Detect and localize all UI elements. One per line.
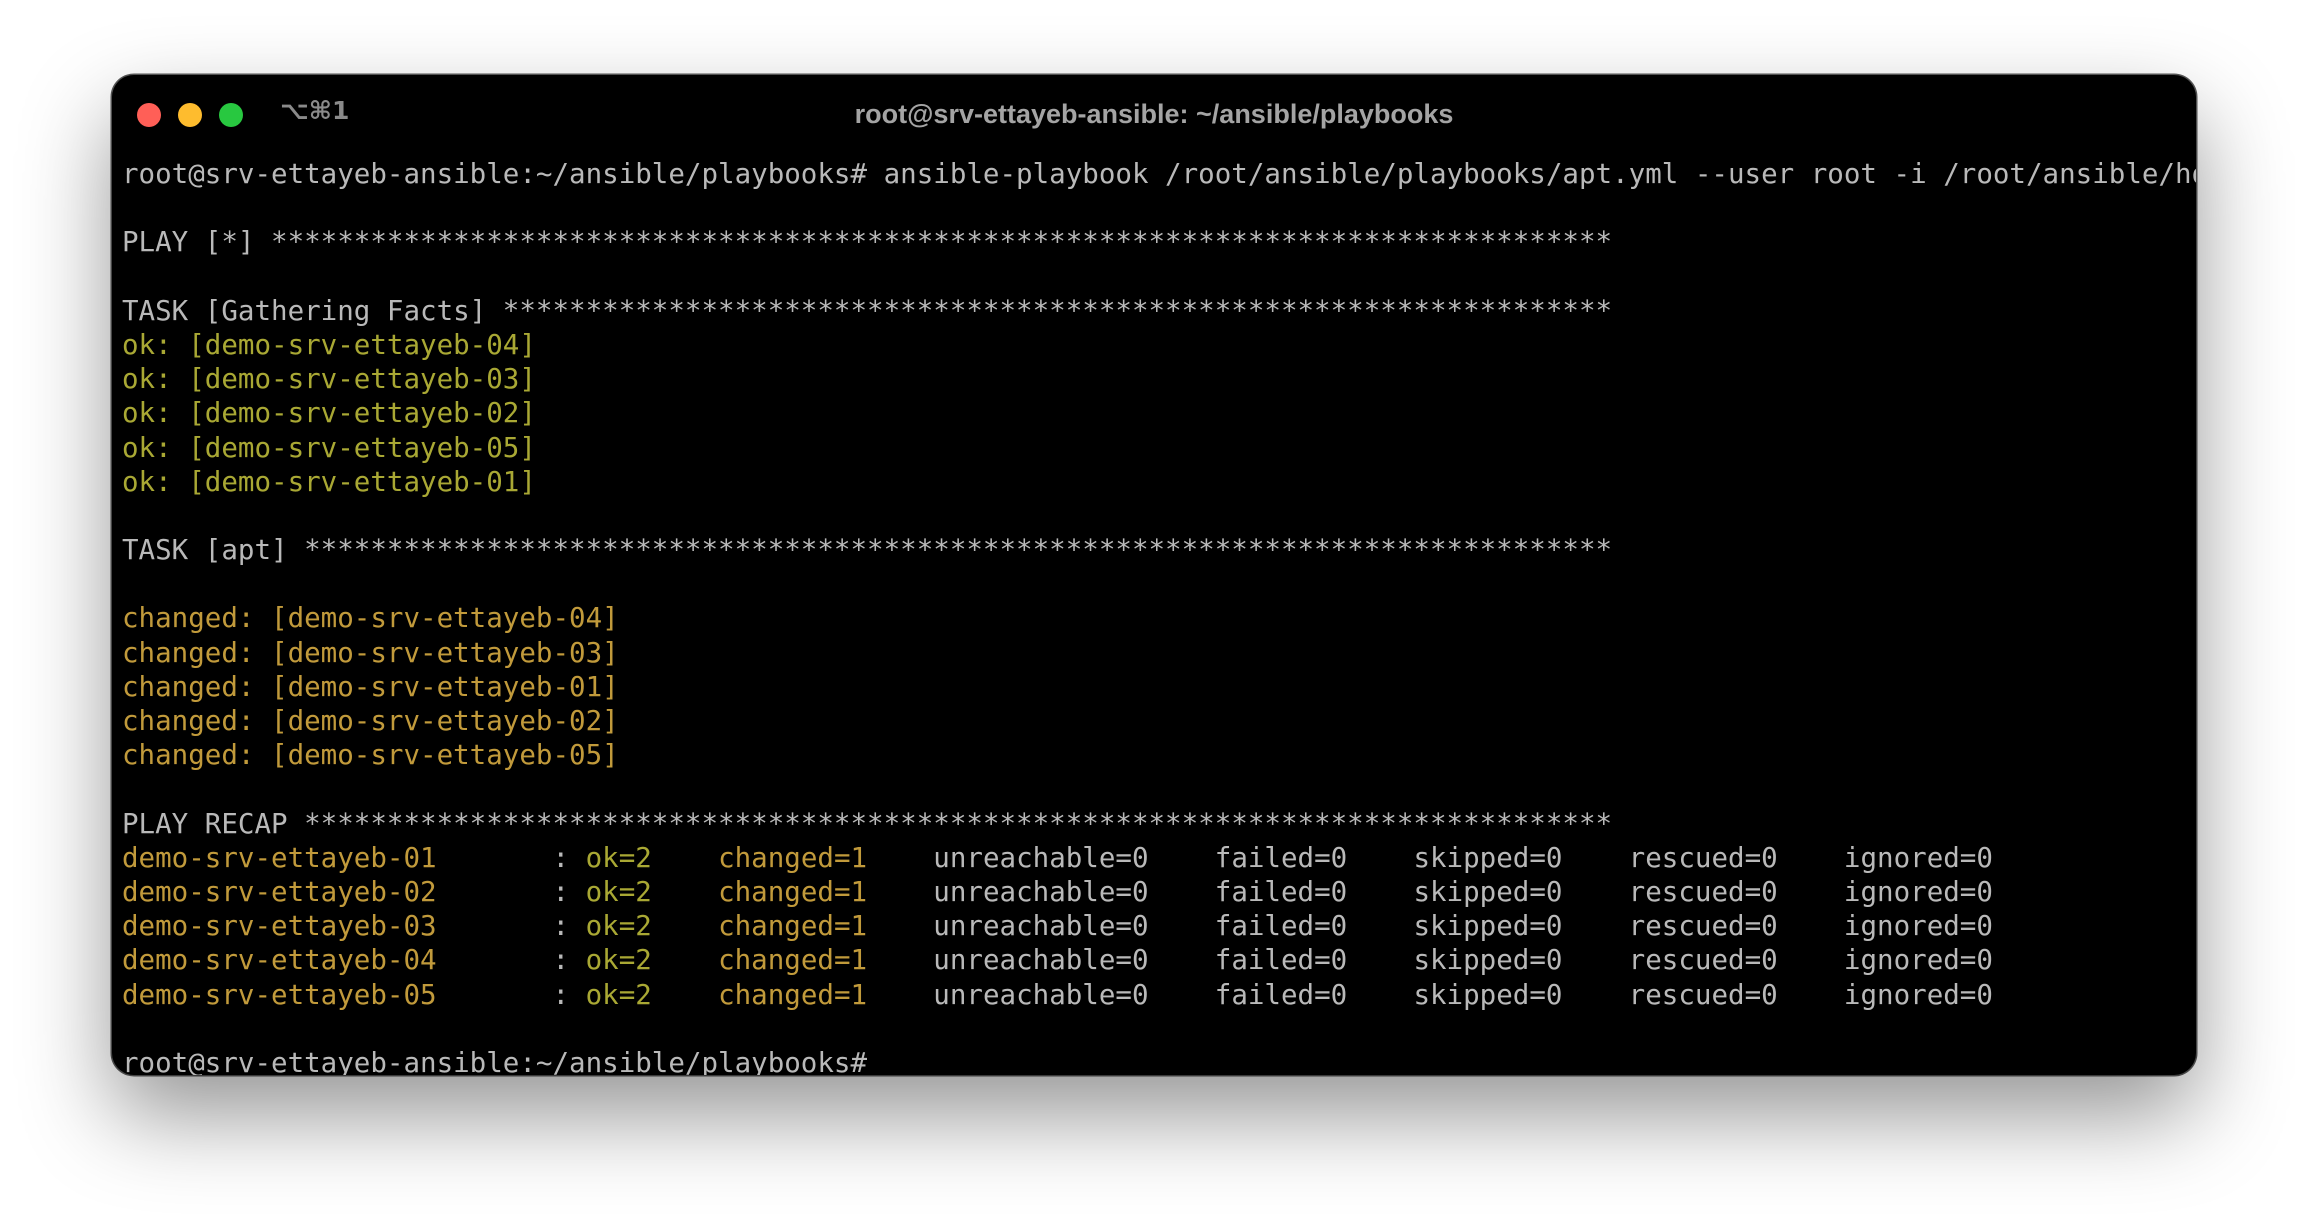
gather-result-line: ok: [demo-srv-ettayeb-02] <box>122 397 536 430</box>
recap-other-counts: unreachable=0 failed=0 skipped=0 rescued… <box>867 978 1993 1011</box>
recap-ok-count: ok=2 <box>585 875 652 908</box>
gather-result-line: ok: [demo-srv-ettayeb-04] <box>122 328 536 361</box>
recap-other-counts: unreachable=0 failed=0 skipped=0 rescued… <box>867 875 1993 908</box>
recap-changed-count: changed=1 <box>718 841 868 874</box>
apt-result-line: changed: [demo-srv-ettayeb-03] <box>122 636 619 669</box>
recap-row: demo-srv-ettayeb-01 : ok=2 changed=1 unr… <box>122 841 2192 875</box>
recap-other-counts: unreachable=0 failed=0 skipped=0 rescued… <box>867 910 1993 943</box>
apt-result-line: changed: [demo-srv-ettayeb-05] <box>122 739 619 772</box>
apt-result-line: changed: [demo-srv-ettayeb-04] <box>122 602 619 635</box>
recap-changed-count: changed=1 <box>718 910 868 943</box>
recap-separator: : <box>436 978 586 1011</box>
recap-ok-count: ok=2 <box>585 978 652 1011</box>
play-header: PLAY [*] *******************************… <box>122 226 1613 259</box>
apt-result-line: changed: [demo-srv-ettayeb-02] <box>122 705 619 737</box>
command-line: root@srv-ettayeb-ansible:~/ansible/playb… <box>122 158 2196 190</box>
recap-separator: : <box>436 910 586 943</box>
window-title: root@srv-ettayeb-ansible: ~/ansible/play… <box>854 99 1454 129</box>
recap-other-counts: unreachable=0 failed=0 skipped=0 rescued… <box>867 841 1993 874</box>
recap-separator: : <box>436 944 586 977</box>
recap-other-counts: unreachable=0 failed=0 skipped=0 rescued… <box>867 944 1993 977</box>
task-gathering-facts-header: TASK [Gathering Facts] *****************… <box>122 294 1613 327</box>
recap-separator: : <box>436 875 586 908</box>
recap-host: demo-srv-ettayeb-03 <box>122 910 437 943</box>
recap-changed-count: changed=1 <box>718 875 868 908</box>
title-bar: ⌥⌘1 root@srv-ettayeb-ansible: ~/ansible/… <box>112 75 2196 161</box>
recap-row: demo-srv-ettayeb-05 : ok=2 changed=1 unr… <box>122 978 2192 1012</box>
recap-host: demo-srv-ettayeb-05 <box>122 978 437 1011</box>
apt-result-line: changed: [demo-srv-ettayeb-01] <box>122 670 619 703</box>
recap-host: demo-srv-ettayeb-01 <box>122 841 437 874</box>
recap-ok-count: ok=2 <box>585 910 652 943</box>
gather-result-line: ok: [demo-srv-ettayeb-05] <box>122 431 536 464</box>
gather-result-line: ok: [demo-srv-ettayeb-01] <box>122 465 536 498</box>
recap-host: demo-srv-ettayeb-02 <box>122 875 437 908</box>
gather-result-line: ok: [demo-srv-ettayeb-03] <box>122 363 536 396</box>
recap-changed-count: changed=1 <box>718 944 868 977</box>
recap-host: demo-srv-ettayeb-04 <box>122 944 437 977</box>
recap-row: demo-srv-ettayeb-02 : ok=2 changed=1 unr… <box>122 875 2192 909</box>
recap-row: demo-srv-ettayeb-04 : ok=2 changed=1 unr… <box>122 943 2192 977</box>
recap-separator: : <box>436 841 586 874</box>
task-apt-header: TASK [apt] *****************************… <box>122 534 1613 567</box>
shell-prompt[interactable]: root@srv-ettayeb-ansible:~/ansible/playb… <box>122 1046 2192 1075</box>
recap-changed-count: changed=1 <box>718 978 868 1011</box>
play-recap-header: PLAY RECAP *****************************… <box>122 807 1613 840</box>
recap-row: demo-srv-ettayeb-03 : ok=2 changed=1 unr… <box>122 909 2192 943</box>
recap-ok-count: ok=2 <box>585 944 652 977</box>
recap-ok-count: ok=2 <box>585 841 652 874</box>
terminal-output[interactable]: root@srv-ettayeb-ansible:~/ansible/playb… <box>122 157 2196 1075</box>
terminal-window: ⌥⌘1 root@srv-ettayeb-ansible: ~/ansible/… <box>112 75 2196 1075</box>
